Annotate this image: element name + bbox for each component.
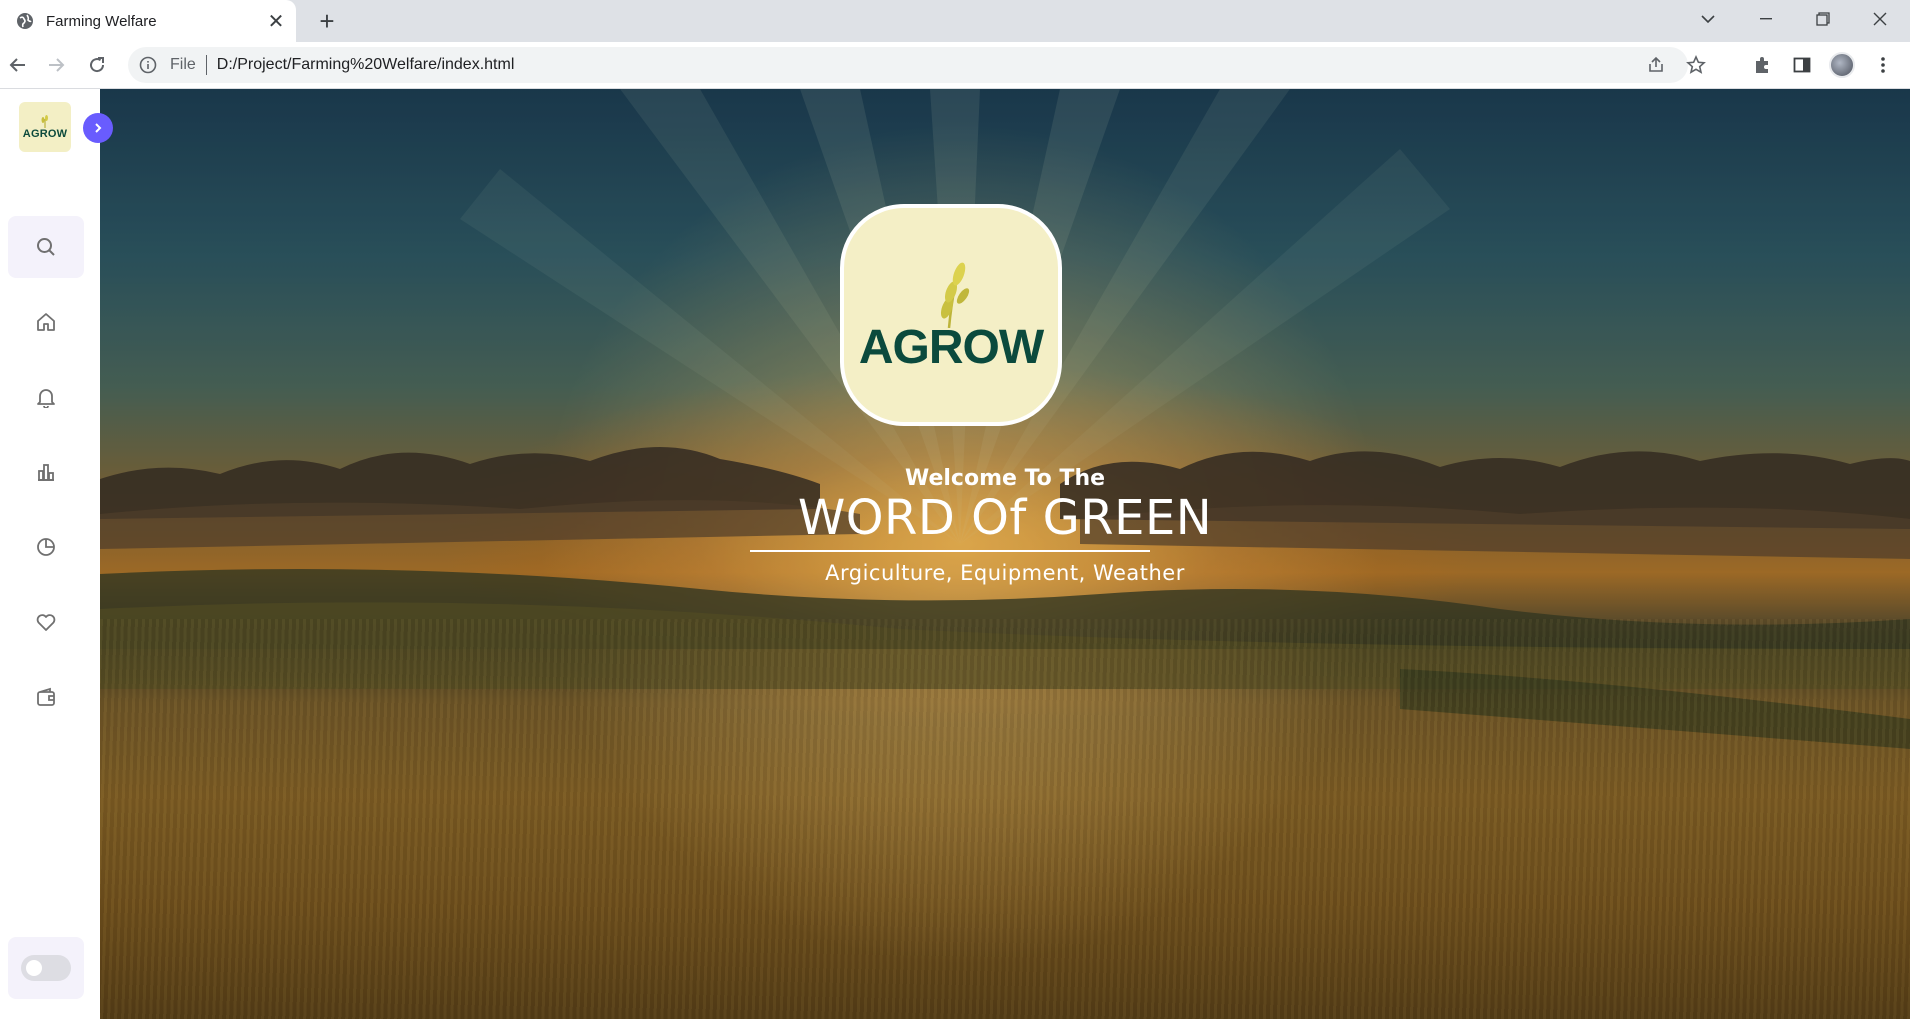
hero-section: AGROW Welcome To The WORD Of GREEN Argic…: [100, 89, 1910, 1019]
extensions-icon[interactable]: [1745, 48, 1779, 82]
wheat-icon: [41, 115, 48, 128]
close-window-icon[interactable]: [1852, 0, 1908, 38]
profile-avatar[interactable]: [1825, 48, 1859, 82]
hero-subline: Argiculture, Equipment, Weather: [825, 561, 1185, 585]
address-separator: [205, 55, 207, 75]
sidebar-item-home[interactable]: [8, 291, 84, 353]
sidebar-item-notifications[interactable]: [8, 366, 84, 428]
address-bar[interactable]: File D:/Project/Farming%20Welfare/index.…: [128, 47, 1706, 83]
wheat-logo-icon: [940, 262, 970, 328]
dark-mode-toggle[interactable]: [8, 937, 84, 999]
browser-tab[interactable]: Farming Welfare ✕: [0, 0, 296, 42]
browser-tabstrip: Farming Welfare ✕ +: [0, 0, 1910, 42]
sidebar-item-search[interactable]: [8, 216, 84, 278]
side-panel-icon[interactable]: [1785, 48, 1819, 82]
back-icon[interactable]: [0, 48, 34, 82]
globe-icon: [16, 12, 34, 30]
address-scheme: File: [170, 56, 196, 73]
share-icon[interactable]: [1640, 49, 1672, 81]
sidebar-item-wallet[interactable]: [8, 666, 84, 728]
menu-dots-icon[interactable]: [1866, 48, 1900, 82]
chevron-right-icon: [95, 123, 102, 133]
address-url[interactable]: D:/Project/Farming%20Welfare/index.html: [217, 56, 515, 74]
pie-chart-icon: [37, 538, 55, 556]
sidebar-logo-text: AGROW: [22, 128, 68, 140]
bell-icon: [37, 389, 55, 408]
reload-icon[interactable]: [80, 48, 114, 82]
tab-title: Farming Welfare: [46, 12, 157, 30]
sidebar-item-history[interactable]: [8, 516, 84, 578]
new-tab-button[interactable]: +: [310, 6, 344, 36]
home-icon: [37, 313, 55, 331]
headline-underline: [750, 550, 1150, 552]
bookmark-star-icon[interactable]: [1680, 49, 1712, 81]
welcome-text: Welcome To The: [904, 466, 1106, 491]
wallet-icon: [37, 687, 55, 706]
site-info-icon[interactable]: [138, 55, 158, 75]
browser-toolbar: File D:/Project/Farming%20Welfare/index.…: [0, 42, 1910, 89]
bar-chart-icon: [38, 464, 54, 481]
heart-icon: [36, 614, 56, 631]
switch-knob: [26, 960, 42, 976]
tab-search-icon[interactable]: [1680, 0, 1736, 38]
hero-logo-text: AGROW: [858, 320, 1044, 374]
restore-icon[interactable]: [1795, 0, 1851, 38]
minimize-icon[interactable]: [1738, 0, 1794, 38]
sidebar-item-likes[interactable]: [8, 591, 84, 653]
search-icon: [37, 238, 55, 256]
sidebar-toggle-button[interactable]: [83, 113, 113, 143]
hero-logo: AGROW: [840, 204, 1062, 426]
page: AGROW AGROW Welcome To The WORD Of GREEN…: [0, 89, 1910, 1019]
close-tab-icon[interactable]: ✕: [262, 7, 290, 35]
sidebar-item-analytics[interactable]: [8, 441, 84, 503]
dark-mode-switch[interactable]: [21, 955, 71, 981]
hero-headline: WORD Of GREEN: [797, 490, 1213, 546]
sidebar-logo[interactable]: AGROW: [19, 102, 71, 152]
forward-icon[interactable]: [40, 48, 74, 82]
sidebar: AGROW: [0, 89, 113, 1019]
